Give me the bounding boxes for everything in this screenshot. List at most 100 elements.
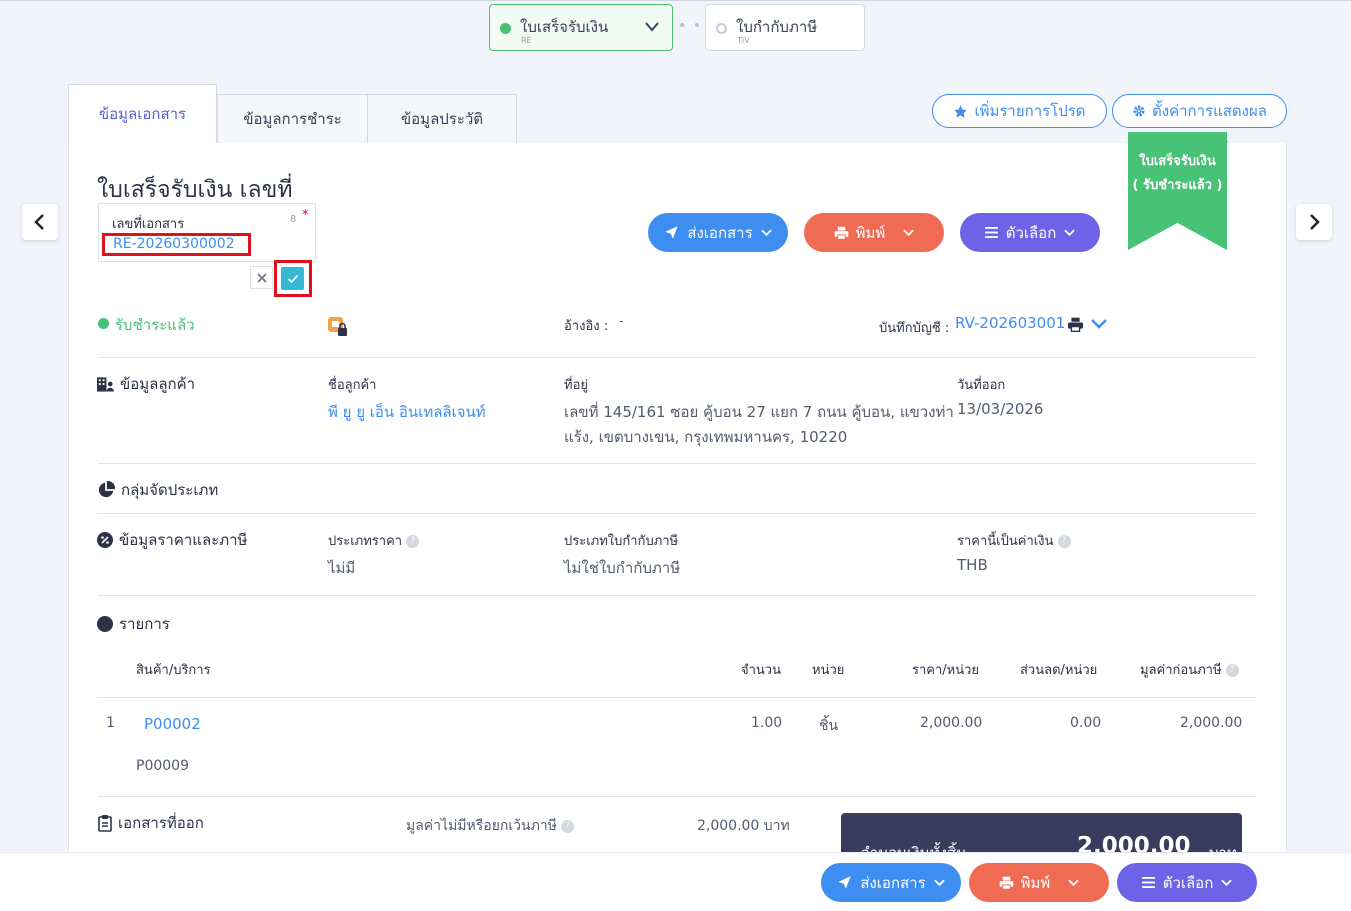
grand-total-unit: บาท — [1209, 841, 1237, 852]
print-button-bottom[interactable]: พิมพ์ — [969, 863, 1109, 902]
category-section-label: กลุ่มจัดประเภท — [121, 481, 219, 499]
chevron-down-icon — [1221, 879, 1233, 886]
cancel-edit-button[interactable] — [250, 266, 273, 289]
issued-docs-section-title: เอกสารที่ออก — [98, 811, 204, 835]
document-number-input[interactable]: RE-20260300002 — [113, 236, 235, 252]
percent-icon — [97, 532, 113, 548]
items-section-label: รายการ — [119, 615, 170, 633]
product-code-link[interactable]: P00002 — [144, 715, 201, 733]
workflow-step-tax-invoice[interactable]: ใบกำกับภาษี TIV — [705, 4, 865, 51]
category-section-title: กลุ่มจัดประเภท — [97, 478, 218, 502]
amount-value: 2,000.00 — [1180, 715, 1243, 731]
workflow-step-receipt[interactable]: ใบเสร็จรับเงิน RE — [489, 4, 673, 51]
print-button[interactable]: พิมพ์ — [804, 213, 944, 252]
price-type-label: ประเภทราคา ? — [328, 530, 420, 551]
row-number: 1 — [106, 715, 115, 731]
account-entry-link[interactable]: RV-202603001 — [955, 314, 1065, 332]
unit-price-value: 2,000.00 — [920, 715, 983, 731]
tab-payment-info[interactable]: ข้อมูลการชำระ — [217, 94, 368, 144]
currency-value: THB — [957, 556, 988, 574]
grand-total-label: จำนวนเงินทั้งสิ้น — [861, 841, 966, 852]
chevron-down-icon[interactable] — [644, 20, 660, 34]
print-label: พิมพ์ — [1020, 873, 1051, 892]
display-settings-button[interactable]: ตั้งค่าการแสดงผล — [1112, 94, 1287, 128]
help-icon[interactable]: ? — [406, 535, 420, 548]
grand-total-value: 2,000.00 — [1077, 833, 1191, 852]
help-icon[interactable]: ? — [1225, 664, 1239, 677]
divider — [98, 463, 1256, 464]
table-row: 1 P00002 P00009 1.00 ชิ้น 2,000.00 0.00 … — [98, 710, 1256, 780]
options-button-bottom[interactable]: ตัวเลือก — [1117, 863, 1257, 902]
currency-label-text: ราคานี้เป็นค่าเงิน — [957, 534, 1054, 549]
add-favorite-label: เพิ่มรายการโปรด — [974, 102, 1086, 120]
chevron-down-icon — [933, 879, 945, 886]
price-type-label-text: ประเภทราคา — [328, 534, 403, 549]
document-number-field[interactable]: เลขที่เอกสาร 8 * RE-20260300002 — [98, 203, 316, 262]
issue-date-value: 13/03/2026 — [957, 400, 1044, 418]
product-description: P00009 — [136, 758, 189, 774]
customer-section-label: ข้อมูลลูกค้า — [120, 375, 196, 393]
workflow-step-code: RE — [521, 36, 532, 45]
pricing-section-title: ข้อมูลราคาและภาษี — [97, 528, 247, 552]
address-line-2: แร้ง, เขตบางเขน, กรุงเทพมหานคร, 10220 — [564, 428, 848, 446]
column-header-amount: มูลค่าก่อนภาษี ? — [1140, 659, 1239, 680]
column-header-product: สินค้า/บริการ — [136, 663, 211, 678]
gear-icon — [1133, 105, 1145, 117]
column-header-quantity: จำนวน — [741, 663, 781, 678]
circle-icon — [97, 616, 113, 632]
send-document-button[interactable]: ส่งเอกสาร — [648, 213, 788, 252]
chevron-down-icon — [760, 229, 772, 236]
options-button[interactable]: ตัวเลือก — [960, 213, 1100, 252]
confirm-edit-button[interactable] — [281, 267, 304, 290]
check-icon — [287, 274, 298, 283]
account-entry-label: บันทึกบัญชี : — [879, 321, 950, 336]
help-icon[interactable]: ? — [1057, 535, 1071, 548]
divider — [98, 796, 1256, 797]
column-header-amount-text: มูลค่าก่อนภาษี — [1140, 663, 1222, 678]
column-header-unit: หน่วย — [812, 663, 845, 678]
chevron-down-icon — [903, 229, 915, 236]
exempt-amount-label: มูลค่าไม่มีหรือยกเว้นภาษี ? — [406, 815, 575, 837]
exempt-amount-value: 2,000.00 บาท — [697, 818, 790, 834]
workflow-step-label: ใบเสร็จรับเงิน — [520, 18, 609, 36]
address-label: ที่อยู่ — [564, 378, 588, 393]
previous-document-button[interactable] — [22, 204, 58, 240]
next-document-button[interactable] — [1296, 204, 1332, 240]
close-icon — [256, 272, 267, 283]
customer-name-link[interactable]: พี ยู ยู เอ็น อินเทลลิเจนท์ — [328, 400, 486, 424]
tab-document-info[interactable]: ข้อมูลเอกสาร — [68, 84, 217, 144]
document-number-label: เลขที่เอกสาร — [112, 217, 185, 232]
tab-history-info[interactable]: ข้อมูลประวัติ — [367, 94, 517, 144]
pricing-section-label: ข้อมูลราคาและภาษี — [119, 531, 248, 549]
send-document-label: ส่งเอกสาร — [687, 223, 753, 242]
options-label: ตัวเลือก — [1005, 223, 1057, 242]
tax-invoice-type-label: ประเภทใบกำกับภาษี — [564, 534, 679, 549]
chevron-down-icon — [1064, 229, 1076, 236]
send-document-button-bottom[interactable]: ส่งเอกสาร — [821, 863, 961, 902]
items-section-title: รายการ — [97, 612, 170, 636]
chevron-down-icon[interactable] — [1090, 318, 1108, 330]
print-label: พิมพ์ — [855, 223, 886, 242]
locked-document-icon[interactable] — [327, 316, 349, 338]
pending-dot-icon — [716, 23, 727, 34]
quantity-value: 1.00 — [751, 715, 783, 731]
workflow-step-code: TIV — [737, 36, 750, 45]
menu-icon — [1141, 877, 1155, 888]
top-border — [0, 0, 1351, 1]
issued-docs-section-label: เอกสารที่ออก — [118, 814, 204, 832]
printer-icon — [834, 226, 849, 240]
help-icon[interactable]: ? — [561, 819, 575, 833]
display-settings-label: ตั้งค่าการแสดงผล — [1152, 102, 1267, 120]
divider — [98, 357, 1256, 358]
issue-date-label: วันที่ออก — [957, 378, 1006, 393]
add-favorite-button[interactable]: เพิ่มรายการโปรด — [932, 94, 1107, 128]
customer-name-label: ชื่อลูกค้า — [328, 378, 377, 393]
star-icon — [954, 104, 968, 118]
ribbon-title: ใบเสร็จรับเงิน — [1139, 154, 1216, 169]
chevron-right-icon — [1310, 214, 1320, 230]
grand-total-box: จำนวนเงินทั้งสิ้น 2,000.00 บาท — [841, 813, 1242, 852]
printer-icon[interactable] — [1067, 317, 1084, 332]
char-count: 8 — [290, 214, 297, 225]
reference-label: อ้างอิง : — [564, 319, 609, 334]
column-header-discount: ส่วนลด/หน่วย — [1020, 663, 1098, 678]
